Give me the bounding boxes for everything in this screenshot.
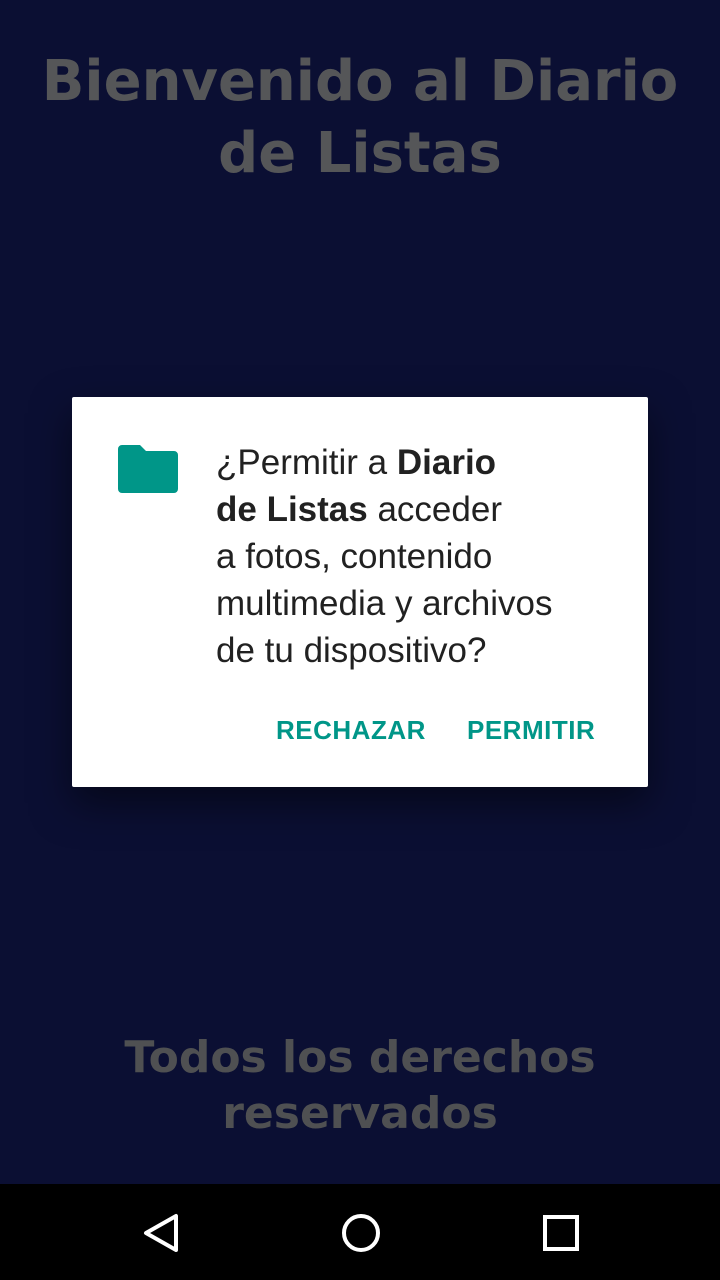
system-navigation-bar [0,1184,720,1280]
message-prefix: ¿Permitir a [216,443,397,482]
message-line2: de Listas acceder [216,486,626,533]
recents-square-icon[interactable] [536,1208,586,1258]
allow-button[interactable]: PERMITIR [467,715,595,746]
copyright-line2: reservados [222,1088,498,1139]
welcome-title-line1: Bienvenido al Diario [41,49,679,114]
permission-screen: Bienvenido al Diario de Listas Todos los… [0,0,720,1280]
welcome-title: Bienvenido al Diario de Listas [40,46,680,190]
message-line4: multimedia y archivos [216,584,553,623]
permission-message: ¿Permitir a Diario de Listas acceder a f… [216,439,626,674]
message-line1: ¿Permitir a Diario [216,439,626,486]
folder-icon [118,445,178,493]
message-line5: de tu dispositivo? [216,631,487,670]
permission-dialog: ¿Permitir a Diario de Listas acceder a f… [72,397,648,787]
back-triangle-icon[interactable] [136,1208,186,1258]
message-line3: a fotos, contenido [216,537,493,576]
app-name-part2: de Listas [216,490,368,529]
deny-button[interactable]: RECHAZAR [276,715,426,746]
copyright-text: Todos los derechos reservados [60,1030,660,1142]
welcome-title-line2: de Listas [218,121,502,186]
copyright-line1: Todos los derechos [124,1032,596,1083]
message-mid: acceder [367,490,502,529]
app-name-part1: Diario [396,443,497,482]
home-circle-icon[interactable] [336,1208,386,1258]
